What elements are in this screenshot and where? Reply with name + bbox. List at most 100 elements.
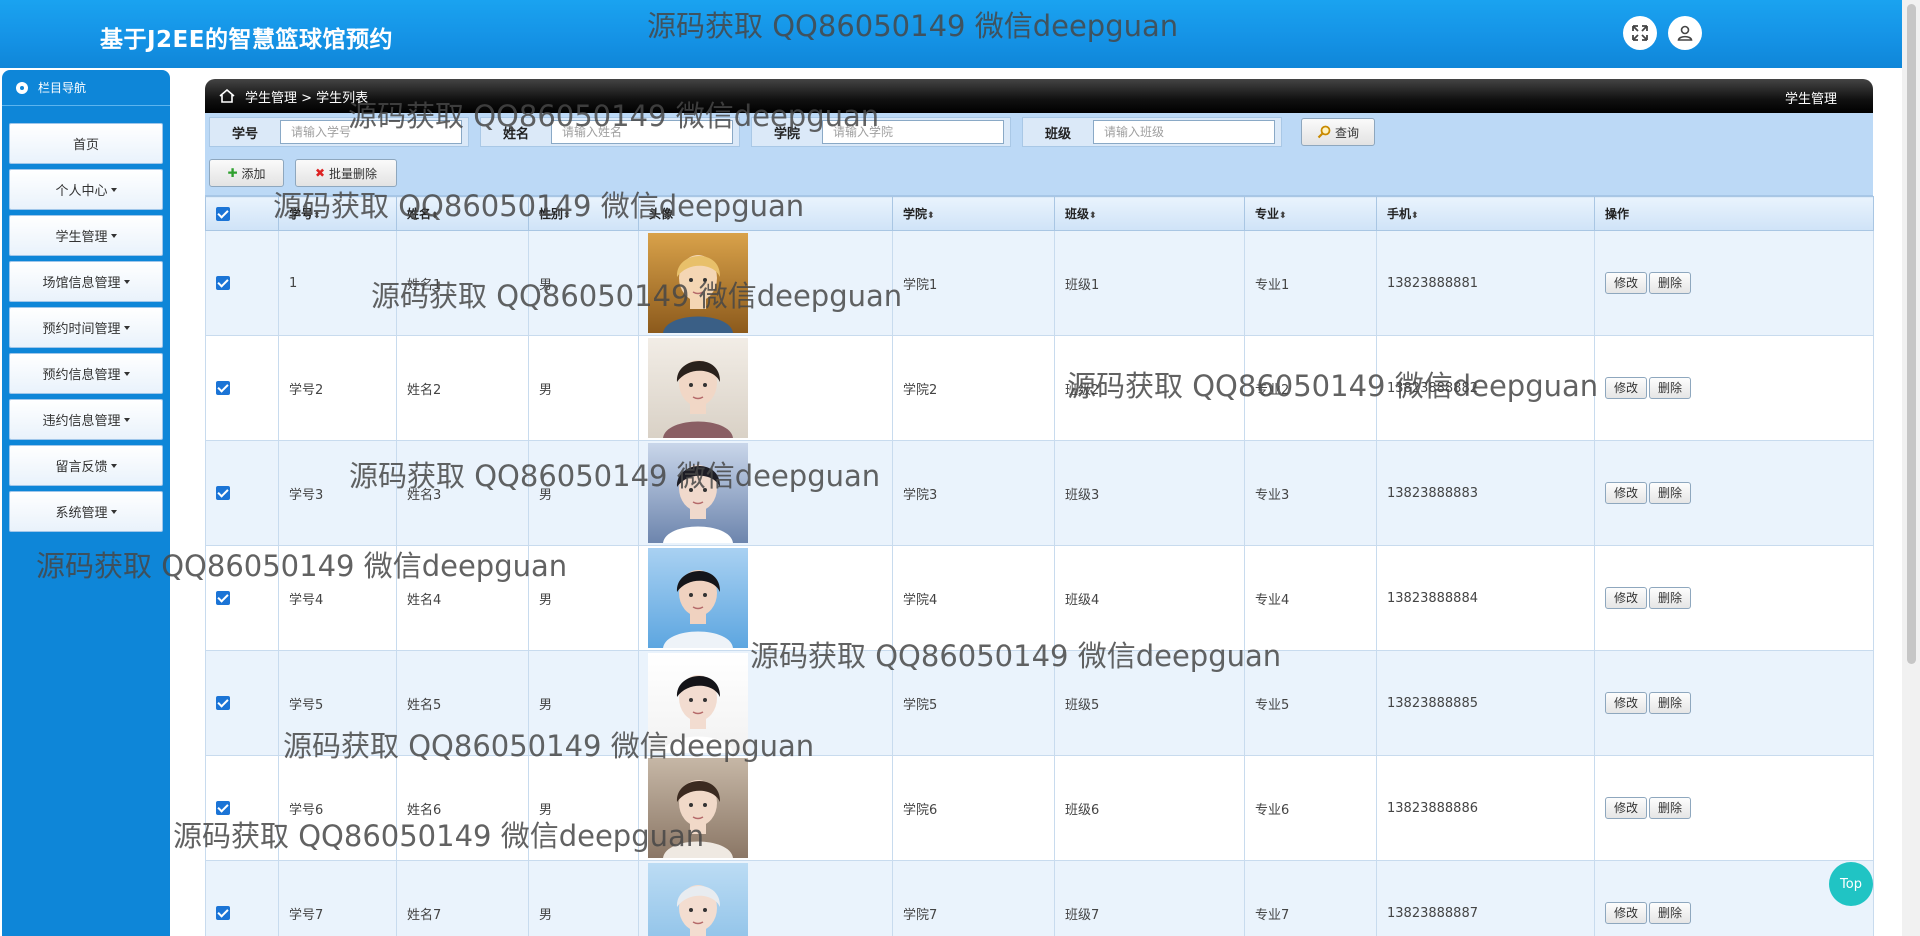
row-select-cell [205, 440, 279, 546]
row-actions: 修改 删除 [1594, 440, 1874, 546]
cell-class: 班级2 [1054, 335, 1245, 441]
user-profile-button[interactable] [1668, 16, 1702, 50]
row-checkbox[interactable] [216, 696, 230, 710]
query-button[interactable]: 查询 [1301, 118, 1375, 146]
cell-college: 学院3 [892, 440, 1055, 546]
avatar-cell [638, 650, 893, 756]
cell-id: 学号6 [278, 755, 397, 861]
row-checkbox[interactable] [216, 801, 230, 815]
cell-gender: 男 [528, 545, 639, 651]
delete-button[interactable]: 删除 [1649, 587, 1692, 609]
caret-down-icon [110, 187, 117, 192]
search-label-id: 学号 [231, 126, 258, 142]
cell-gender: 男 [528, 335, 639, 441]
column-header-phone[interactable]: 手机⬍ [1376, 196, 1595, 231]
cell-id: 学号2 [278, 335, 397, 441]
cell-phone: 13823888884 [1376, 545, 1595, 651]
fullscreen-icon [1632, 25, 1648, 41]
scrollbar-thumb[interactable] [1907, 4, 1916, 664]
class-input[interactable] [1093, 120, 1275, 144]
table-row: 学号3 姓名3 男学院3 班级3 专业3 13823888883 修改 删除 [205, 440, 1874, 546]
sort-icon[interactable]: ⬍ [313, 211, 321, 221]
sidebar-item[interactable]: 场馆信息管理 [9, 261, 163, 302]
row-actions: 修改 删除 [1594, 335, 1874, 441]
edit-button[interactable]: 修改 [1605, 587, 1648, 609]
column-header-major[interactable]: 专业⬍ [1244, 196, 1377, 231]
row-checkbox[interactable] [216, 906, 230, 920]
sort-icon[interactable]: ⬍ [1411, 211, 1419, 221]
column-header-gender[interactable]: 性别⬍ [528, 196, 639, 231]
delete-button[interactable]: 删除 [1649, 272, 1692, 294]
sidebar-item[interactable]: 个人中心 [9, 169, 163, 210]
avatar-image [648, 653, 748, 753]
column-header-class[interactable]: 班级⬍ [1054, 196, 1245, 231]
cell-phone: 13823888885 [1376, 650, 1595, 756]
sort-icon[interactable]: ⬍ [431, 211, 439, 221]
cell-major: 专业4 [1244, 545, 1377, 651]
vertical-scrollbar[interactable] [1902, 0, 1920, 936]
back-to-top-button[interactable]: Top [1829, 862, 1873, 906]
sort-icon[interactable]: ⬍ [927, 211, 935, 221]
row-select-cell [205, 545, 279, 651]
select-all-header[interactable] [205, 196, 279, 231]
student-table: 学号⬍ 姓名⬍ 性别⬍ 头像 学院⬍ 班级⬍ 专业⬍ 手机⬍ 操作 1 姓名1 男学… [205, 196, 1874, 936]
sort-icon[interactable]: ⬍ [1279, 211, 1287, 221]
college-input[interactable] [822, 120, 1004, 144]
search-label-college: 学院 [773, 126, 800, 142]
delete-button[interactable]: 删除 [1649, 902, 1692, 924]
sidebar-item[interactable]: 首页 [9, 123, 163, 164]
search-icon [1317, 125, 1331, 139]
cell-name: 姓名5 [396, 650, 529, 756]
batch-delete-button[interactable]: ✖ 批量删除 [295, 159, 397, 187]
row-checkbox[interactable] [216, 591, 230, 605]
cell-gender: 男 [528, 440, 639, 546]
main-content: 学生管理 > 学生列表 学生管理 学号 姓名 学院 班级 查询 ✚ [205, 79, 1874, 936]
add-button[interactable]: ✚ 添加 [209, 159, 284, 187]
sidebar-item-label: 留言反馈 [55, 460, 108, 475]
delete-button[interactable]: 删除 [1649, 482, 1692, 504]
edit-button[interactable]: 修改 [1605, 272, 1648, 294]
cell-college: 学院6 [892, 755, 1055, 861]
caret-down-icon [123, 325, 130, 330]
search-group-name: 姓名 [480, 117, 740, 147]
delete-button[interactable]: 删除 [1649, 377, 1692, 399]
cell-gender: 男 [528, 650, 639, 756]
cell-class: 班级7 [1054, 860, 1245, 936]
delete-button[interactable]: 删除 [1649, 692, 1692, 714]
sidebar-item[interactable]: 预约时间管理 [9, 307, 163, 348]
sidebar-item[interactable]: 学生管理 [9, 215, 163, 256]
student-name-input[interactable] [551, 120, 733, 144]
cell-gender: 男 [528, 230, 639, 336]
sort-icon[interactable]: ⬍ [563, 211, 571, 221]
avatar-image [648, 863, 748, 936]
sidebar-item[interactable]: 预约信息管理 [9, 353, 163, 394]
edit-button[interactable]: 修改 [1605, 902, 1648, 924]
caret-down-icon [110, 509, 117, 514]
cell-gender: 男 [528, 860, 639, 936]
student-id-input[interactable] [280, 120, 462, 144]
fullscreen-button[interactable] [1623, 16, 1657, 50]
sidebar-item[interactable]: 留言反馈 [9, 445, 163, 486]
row-checkbox[interactable] [216, 276, 230, 290]
column-header-name[interactable]: 姓名⬍ [396, 196, 529, 231]
home-icon[interactable] [219, 89, 235, 103]
sidebar-item[interactable]: 违约信息管理 [9, 399, 163, 440]
edit-button[interactable]: 修改 [1605, 692, 1648, 714]
column-header-college[interactable]: 学院⬍ [892, 196, 1055, 231]
edit-button[interactable]: 修改 [1605, 482, 1648, 504]
sort-icon[interactable]: ⬍ [1089, 211, 1097, 221]
sidebar-item[interactable]: 系统管理 [9, 491, 163, 532]
row-checkbox[interactable] [216, 381, 230, 395]
row-checkbox[interactable] [216, 486, 230, 500]
edit-button[interactable]: 修改 [1605, 797, 1648, 819]
cell-name: 姓名7 [396, 860, 529, 936]
column-header-id[interactable]: 学号⬍ [278, 196, 397, 231]
cell-id: 学号3 [278, 440, 397, 546]
avatar-cell [638, 755, 893, 861]
delete-button[interactable]: 删除 [1649, 797, 1692, 819]
select-all-checkbox[interactable] [216, 206, 230, 221]
cell-phone: 13823888886 [1376, 755, 1595, 861]
table-row: 学号7 姓名7 男 学院7 班级7 专业7 13823888887 修改 删除 [205, 860, 1874, 936]
edit-button[interactable]: 修改 [1605, 377, 1648, 399]
table-row: 1 姓名1 男学院1 班级1 专业1 13823888881 修改 删除 [205, 230, 1874, 336]
